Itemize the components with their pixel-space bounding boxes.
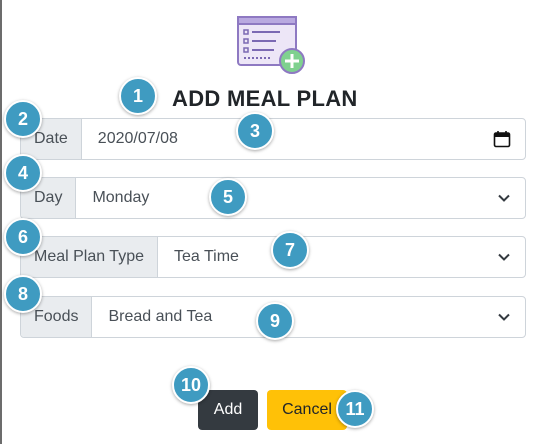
foods-select[interactable]: Bread and Tea [92,297,525,337]
annotation-badge: 10 [172,366,210,404]
calendar-icon[interactable] [493,130,511,148]
meal-type-select[interactable]: Tea Time [158,237,525,277]
page-title: ADD MEAL PLAN [172,86,358,111]
day-value: Monday [92,189,150,206]
annotation-badge: 1 [119,77,157,115]
chevron-down-icon [498,194,510,202]
meal-type-value: Tea Time [174,248,239,265]
annotation-badge: 4 [4,154,42,192]
annotation-badge: 2 [4,100,42,138]
day-select[interactable]: Monday [76,178,525,218]
meal-plan-add-icon [237,16,305,74]
cancel-button[interactable]: Cancel [267,390,347,430]
chevron-down-icon [498,253,510,261]
annotation-badge: 5 [209,178,247,216]
annotation-badge: 9 [256,302,294,340]
add-button[interactable]: Add [198,390,258,430]
chevron-down-icon [498,313,510,321]
annotation-badge: 3 [236,112,274,150]
window-edge [0,0,2,444]
date-input[interactable]: 2020/07/08 [82,119,525,159]
annotation-badge: 7 [271,231,309,269]
meal-type-label: Meal Plan Type [21,237,158,277]
annotation-badge: 11 [336,390,374,428]
day-field-group: Day Monday [20,177,526,219]
date-value: 2020/07/08 [97,130,178,147]
foods-value: Bread and Tea [108,308,213,325]
annotation-badge: 6 [4,218,42,256]
annotation-badge: 8 [4,275,42,313]
